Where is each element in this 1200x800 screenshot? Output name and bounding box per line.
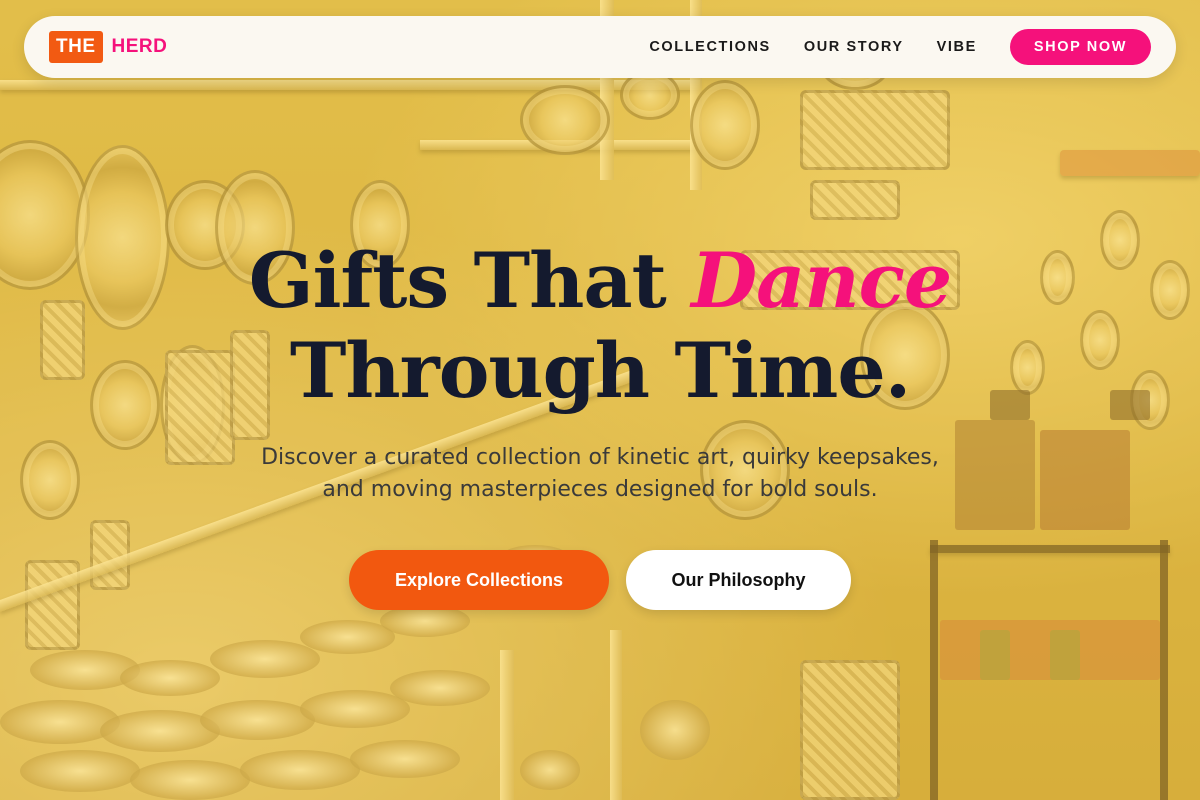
hero-subtitle: Discover a curated collection of kinetic… (261, 445, 939, 502)
hero-cta-row: Explore Collections Our Philosophy (0, 550, 1200, 610)
logo-text-herd: HERD (111, 36, 168, 57)
headline-accent-word: Dance (691, 236, 952, 325)
nav-link-collections[interactable]: COLLECTIONS (649, 39, 771, 55)
nav-links: COLLECTIONS OUR STORY VIBE SHOP NOW (649, 29, 1151, 65)
nav-link-vibe[interactable]: VIBE (937, 39, 977, 55)
hero-section: Gifts That Dance Through Time. Discover … (0, 236, 1200, 610)
top-navbar: THE HERD COLLECTIONS OUR STORY VIBE SHOP… (24, 16, 1176, 78)
logo-box-the: THE (49, 31, 103, 63)
shop-now-button[interactable]: SHOP NOW (1009, 29, 1151, 65)
headline-part-1: Gifts That (248, 236, 692, 325)
headline-part-2: Through Time. (289, 326, 911, 415)
nav-link-our-story[interactable]: OUR STORY (804, 39, 904, 55)
brand-logo[interactable]: THE HERD (49, 31, 167, 63)
our-philosophy-button[interactable]: Our Philosophy (626, 550, 851, 610)
hero-headline: Gifts That Dance Through Time. (0, 236, 1200, 416)
explore-collections-button[interactable]: Explore Collections (349, 550, 609, 610)
